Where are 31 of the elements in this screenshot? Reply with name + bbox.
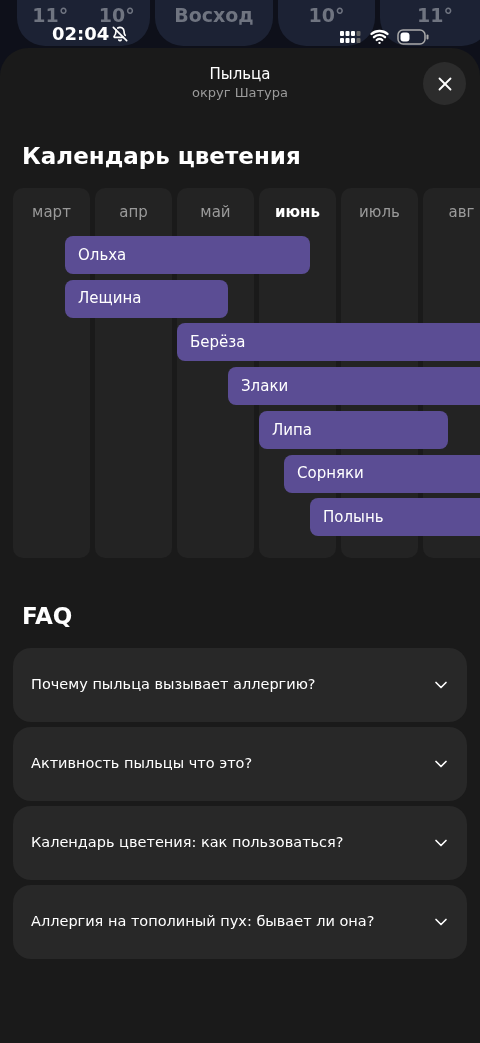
bar-label: Полынь [323,506,384,528]
close-button[interactable] [423,62,466,105]
calendar-title: Календарь цветения [22,142,302,171]
signal-icon [340,29,362,44]
sheet-subtitle: округ Шатура [191,84,289,102]
bar-label: Ольха [78,244,127,266]
battery-icon [397,28,429,45]
bar-label: Липа [272,419,313,441]
month-label: июль [359,202,400,222]
faq-item[interactable]: Календарь цветения: как пользоваться? [13,806,467,880]
month-label: май [200,202,231,222]
wifi-icon [370,27,389,46]
month-label: апр [119,202,148,222]
faq-item[interactable]: Аллергия на тополиный пух: бывает ли она? [13,885,467,959]
weather-text: 10° [98,6,135,25]
weather-text: 10° [308,6,345,25]
weather-text: 11° [32,6,69,25]
faq-title: FAQ [22,602,74,631]
faq-item[interactable]: Активность пыльцы что это? [13,727,467,801]
status-time: 02:04 [52,25,110,43]
weather-text: 11° [417,6,453,25]
weather-text: Восход [174,6,254,25]
month-label: авг [448,202,475,222]
bar-label: Берёза [190,332,246,354]
bar-label: Злаки [241,375,289,397]
bar-label: Лещина [78,288,142,310]
bar-label: Сорняки [297,463,364,485]
faq-item[interactable]: Почему пыльца вызывает аллергию? [13,648,467,722]
sheet-title: Пыльца [209,64,271,84]
month-label: июнь [275,202,320,222]
month-label: март [32,202,71,222]
